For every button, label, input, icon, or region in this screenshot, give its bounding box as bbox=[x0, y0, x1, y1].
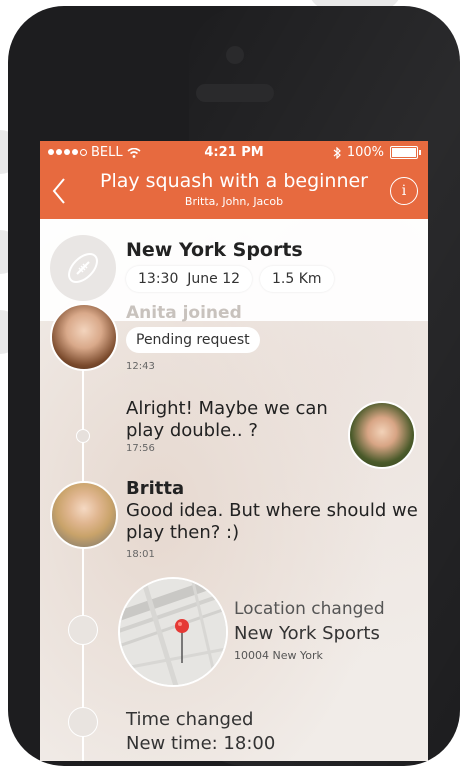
avatar-britta[interactable] bbox=[50, 481, 118, 549]
event-distance: 1.5 Km bbox=[260, 266, 334, 292]
message-line: Alright! Maybe we can bbox=[126, 398, 328, 419]
message-line: play then? :) bbox=[126, 522, 240, 543]
join-notice: Anita joined bbox=[126, 303, 242, 323]
app-screen: BELL 4:21 PM 100% Play squash with a beg… bbox=[40, 141, 428, 761]
pending-request-badge[interactable]: Pending request bbox=[126, 327, 260, 353]
timeline-dot bbox=[68, 615, 98, 645]
chat-message: Alright! Maybe we can play double.. ? bbox=[126, 398, 328, 442]
bluetooth-icon bbox=[333, 146, 341, 159]
message-timestamp: 12:43 bbox=[126, 361, 155, 372]
message-line: Good idea. But where should we bbox=[126, 500, 418, 521]
location-name: New York Sports bbox=[234, 623, 380, 644]
location-address: 10004 New York bbox=[234, 649, 323, 662]
timeline-line bbox=[82, 341, 84, 761]
timeline-dot bbox=[76, 429, 90, 443]
event-date: June 12 bbox=[187, 271, 241, 287]
message-line: play double.. ? bbox=[126, 420, 258, 441]
earpiece-speaker bbox=[196, 84, 274, 102]
header-bar: BELL 4:21 PM 100% Play squash with a beg… bbox=[40, 141, 428, 219]
status-bar: BELL 4:21 PM 100% bbox=[40, 141, 428, 165]
message-timestamp: 17:56 bbox=[126, 443, 155, 454]
venue-name: New York Sports bbox=[126, 239, 303, 261]
avatar-anita[interactable] bbox=[50, 303, 118, 371]
message-author: Britta bbox=[126, 478, 185, 499]
timeline-dot bbox=[68, 707, 98, 737]
battery-percent: 100% bbox=[346, 145, 384, 160]
football-icon bbox=[50, 235, 116, 301]
location-changed-title: Location changed bbox=[234, 599, 385, 619]
page-title: Play squash with a beginner bbox=[100, 170, 368, 192]
avatar-jacob[interactable] bbox=[348, 401, 416, 469]
event-time: 13:30 bbox=[138, 271, 179, 287]
info-icon[interactable]: i bbox=[390, 177, 418, 205]
message-timestamp: 18:01 bbox=[126, 549, 155, 560]
event-datetime: 13:30 June 12 bbox=[126, 266, 253, 292]
front-camera bbox=[226, 46, 244, 64]
chat-message: Britta Good idea. But where should we pl… bbox=[126, 478, 418, 544]
location-map-thumbnail[interactable] bbox=[118, 577, 228, 687]
new-time-text: New time: 18:00 bbox=[126, 733, 276, 754]
participants-list: Britta, John, Jacob bbox=[184, 195, 284, 208]
time-changed-title: Time changed bbox=[126, 709, 254, 730]
battery-icon bbox=[390, 146, 421, 159]
